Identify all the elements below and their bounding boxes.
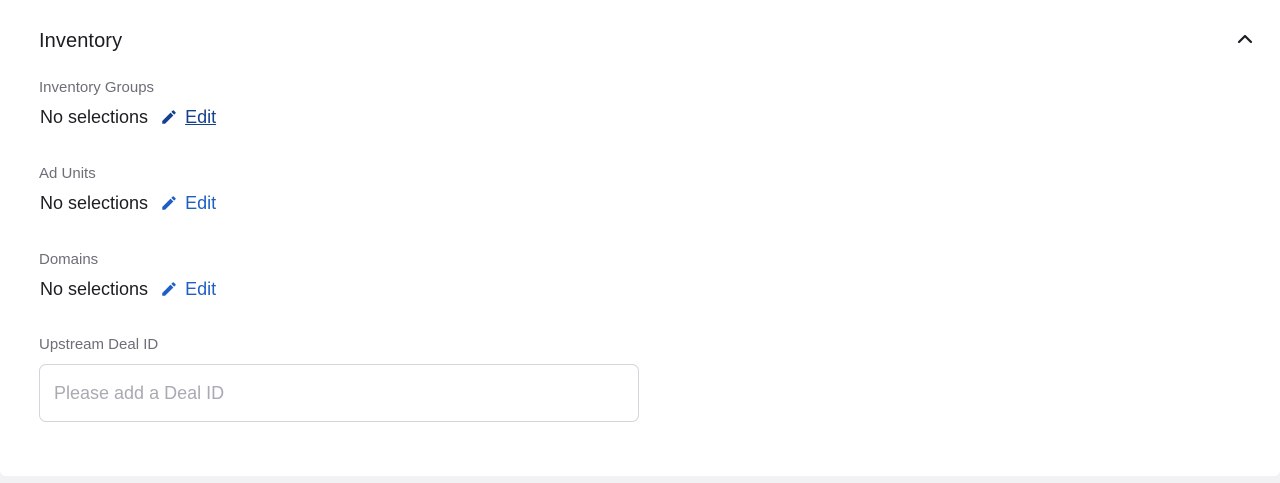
- ad-units-edit-link[interactable]: Edit: [160, 193, 216, 214]
- inventory-groups-row: No selections Edit: [40, 105, 216, 129]
- domains-edit-link[interactable]: Edit: [160, 279, 216, 300]
- edit-label: Edit: [185, 192, 217, 213]
- inventory-groups-value: No selections: [40, 106, 149, 127]
- pencil-icon: [160, 108, 178, 126]
- pencil-icon: [160, 280, 178, 298]
- collapse-button[interactable]: [1233, 30, 1257, 50]
- ad-units-label: Ad Units: [39, 165, 96, 182]
- deal-id-input[interactable]: [39, 364, 639, 422]
- deal-id-label: Upstream Deal ID: [39, 336, 159, 353]
- edit-label: Edit: [185, 278, 217, 299]
- inventory-card: Inventory Inventory Groups No selections…: [0, 0, 1280, 476]
- inventory-groups-edit-link[interactable]: Edit: [160, 107, 216, 128]
- edit-label: Edit: [185, 106, 217, 127]
- pencil-icon: [160, 194, 178, 212]
- chevron-up-icon: [1237, 31, 1253, 49]
- section-title: Inventory: [39, 30, 123, 52]
- inventory-groups-label: Inventory Groups: [39, 79, 155, 96]
- ad-units-value: No selections: [40, 192, 149, 213]
- domains-value: No selections: [40, 278, 149, 299]
- domains-label: Domains: [39, 251, 99, 268]
- ad-units-row: No selections Edit: [40, 191, 216, 215]
- domains-row: No selections Edit: [40, 277, 216, 301]
